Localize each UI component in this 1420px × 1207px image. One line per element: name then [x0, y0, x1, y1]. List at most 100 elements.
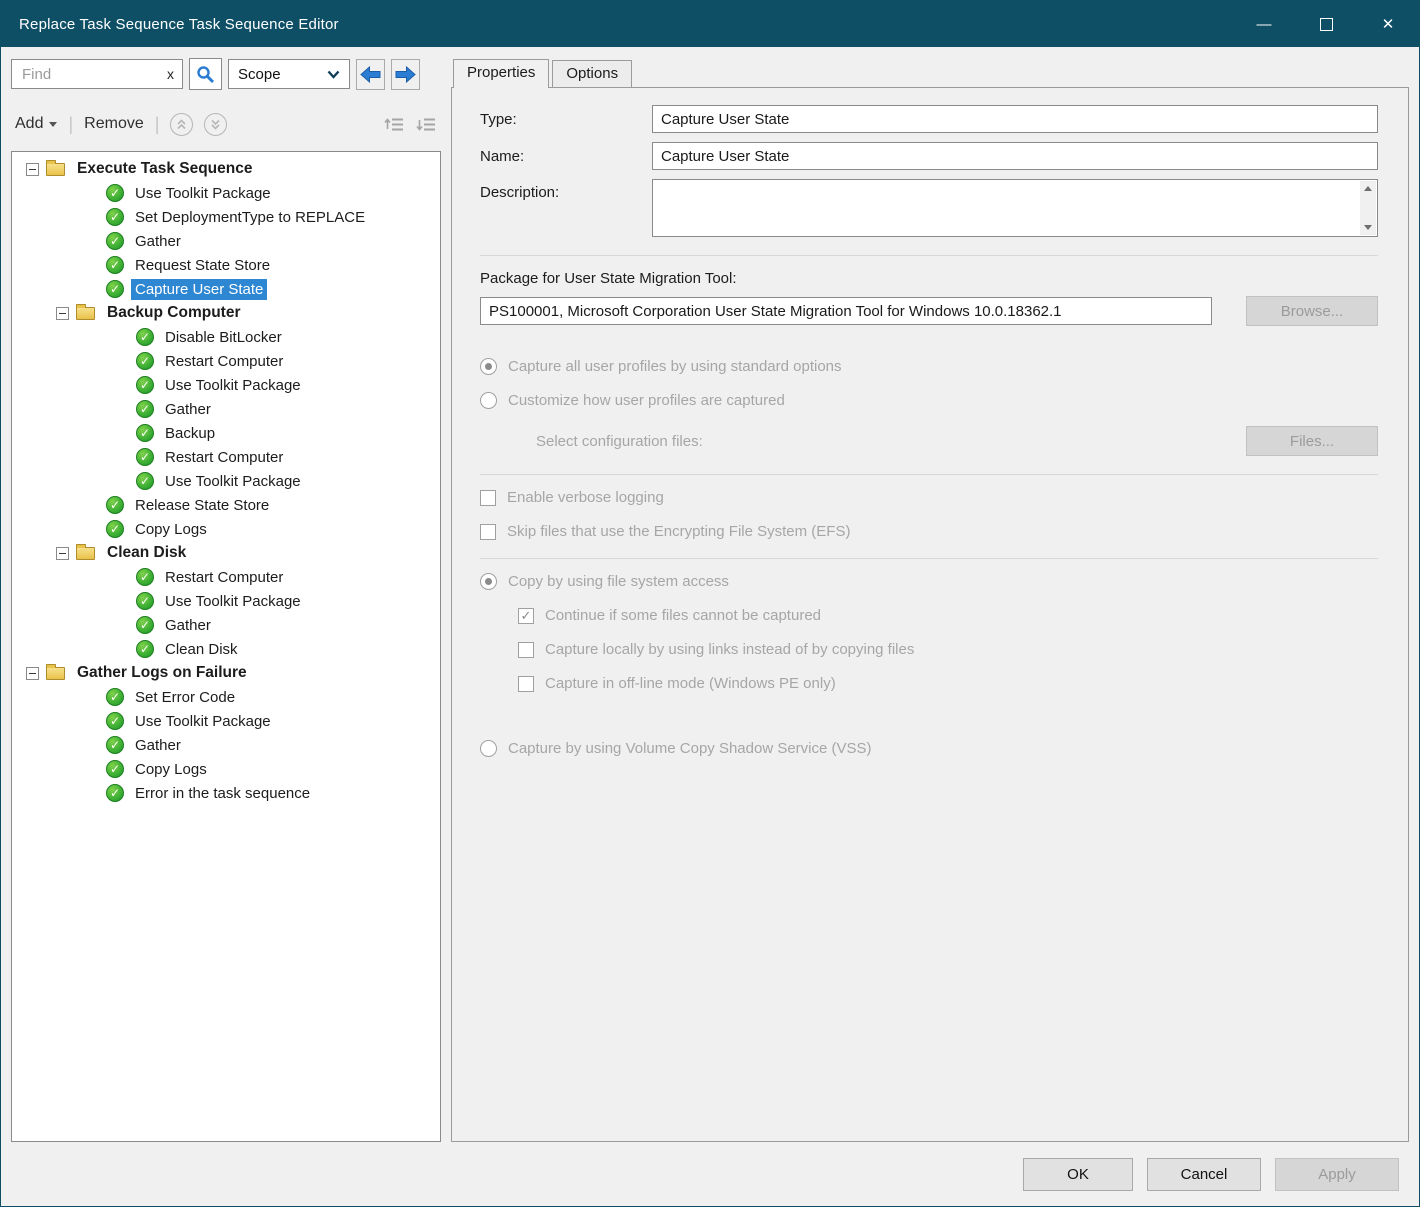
- tree-step-set-deploymenttype-to-replace[interactable]: ✓Set DeploymentType to REPLACE: [12, 205, 440, 229]
- step-check-icon: ✓: [136, 616, 154, 634]
- links-checkbox[interactable]: [518, 642, 534, 658]
- close-button[interactable]: ✕: [1357, 1, 1419, 47]
- toolbar-separator: |: [155, 114, 160, 135]
- find-row: x Scope: [11, 57, 441, 91]
- separator: [480, 474, 1378, 475]
- tree-step-gather[interactable]: ✓Gather: [12, 229, 440, 253]
- arrow-left-icon: [360, 66, 381, 83]
- description-label: Description:: [480, 184, 652, 201]
- tree-step-gather[interactable]: ✓Gather: [12, 733, 440, 757]
- add-button[interactable]: Add: [15, 115, 57, 133]
- scope-value: Scope: [238, 66, 281, 83]
- step-check-icon: ✓: [136, 376, 154, 394]
- browse-button[interactable]: Browse...: [1246, 296, 1378, 326]
- step-check-icon: ✓: [106, 520, 124, 538]
- tree-step-release-state-store[interactable]: ✓ Release State Store: [12, 493, 440, 517]
- move-up-button[interactable]: [170, 113, 193, 136]
- tree-group-backup-computer[interactable]: Backup Computer: [12, 301, 440, 325]
- tree-step-label: Disable BitLocker: [161, 327, 286, 348]
- tab-options[interactable]: Options: [552, 60, 632, 87]
- arrow-right-icon: [395, 66, 416, 83]
- find-input[interactable]: [20, 65, 161, 84]
- tree-step-clean-disk[interactable]: ✓Clean Disk: [12, 637, 440, 661]
- find-next-button[interactable]: [391, 59, 420, 90]
- continue-label: Continue if some files cannot be capture…: [545, 607, 821, 624]
- tree-step-label: Set Error Code: [131, 687, 239, 708]
- tree-toolbar: Add | Remove |: [11, 107, 441, 141]
- verbose-checkbox[interactable]: [480, 490, 496, 506]
- collapse-toggle-icon[interactable]: [56, 307, 69, 320]
- tree-step-label: Gather: [161, 615, 215, 636]
- tree-step-set-error-code[interactable]: ✓Set Error Code: [12, 685, 440, 709]
- tree-group-gather-logs-on-failure[interactable]: Gather Logs on Failure: [12, 661, 440, 685]
- step-check-icon: ✓: [136, 592, 154, 610]
- tree-step-restart-computer[interactable]: ✓Restart Computer: [12, 349, 440, 373]
- verbose-row: Enable verbose logging: [480, 489, 1378, 506]
- collapse-toggle-icon[interactable]: [56, 547, 69, 560]
- filesystem-radio[interactable]: [480, 573, 497, 590]
- tree-step-label: Release State Store: [131, 495, 273, 516]
- search-button[interactable]: [189, 58, 222, 90]
- files-button[interactable]: Files...: [1246, 426, 1378, 456]
- offline-checkbox[interactable]: [518, 676, 534, 692]
- maximize-icon: [1320, 18, 1333, 31]
- tree-group-clean-disk[interactable]: Clean Disk: [12, 541, 440, 565]
- description-scrollbar[interactable]: [1360, 181, 1376, 235]
- expand-all-button[interactable]: [416, 116, 437, 133]
- collapse-toggle-icon[interactable]: [26, 667, 39, 680]
- minimize-button[interactable]: —: [1233, 1, 1295, 47]
- scroll-up-icon[interactable]: [1364, 186, 1372, 191]
- cancel-button[interactable]: Cancel: [1147, 1158, 1261, 1191]
- tree-step-restart-computer[interactable]: ✓Restart Computer: [12, 565, 440, 589]
- scope-dropdown[interactable]: Scope: [228, 59, 350, 89]
- maximize-button[interactable]: [1295, 1, 1357, 47]
- clear-find-button[interactable]: x: [167, 66, 174, 82]
- remove-button[interactable]: Remove: [84, 115, 144, 133]
- find-previous-button[interactable]: [356, 59, 385, 90]
- chevron-down-icon: [327, 70, 340, 79]
- tree-step-label: Error in the task sequence: [131, 783, 314, 804]
- package-input[interactable]: [480, 297, 1212, 325]
- tree-group-execute-task-sequence[interactable]: Execute Task Sequence: [12, 157, 440, 181]
- apply-button[interactable]: Apply: [1275, 1158, 1399, 1191]
- type-input[interactable]: [652, 105, 1378, 133]
- tree-step-use-toolkit-package[interactable]: ✓Use Toolkit Package: [12, 709, 440, 733]
- tree-step-disable-bitlocker[interactable]: ✓Disable BitLocker: [12, 325, 440, 349]
- efs-row: Skip files that use the Encrypting File …: [480, 523, 1378, 540]
- filesystem-label: Copy by using file system access: [508, 573, 729, 590]
- main-area: x Scope: [1, 47, 1419, 1142]
- step-check-icon: ✓: [106, 496, 124, 514]
- collapse-all-button[interactable]: [384, 116, 405, 133]
- scroll-down-icon[interactable]: [1364, 225, 1372, 230]
- tree-step-restart-computer[interactable]: ✓Restart Computer: [12, 445, 440, 469]
- collapse-toggle-icon[interactable]: [26, 163, 39, 176]
- standard-options-radio[interactable]: [480, 358, 497, 375]
- tab-properties[interactable]: Properties: [453, 59, 549, 88]
- tree-step-request-state-store[interactable]: ✓Request State Store: [12, 253, 440, 277]
- tree-step-use-toolkit-package[interactable]: ✓Use Toolkit Package: [12, 589, 440, 613]
- tree-step-copy-logs[interactable]: ✓Copy Logs: [12, 757, 440, 781]
- tree-step-use-toolkit-package[interactable]: ✓Use Toolkit Package: [12, 373, 440, 397]
- tree-step-use-toolkit-package[interactable]: ✓Use Toolkit Package: [12, 181, 440, 205]
- tree-step-backup[interactable]: ✓Backup: [12, 421, 440, 445]
- toolbar-separator: |: [68, 114, 73, 135]
- continue-checkbox[interactable]: [518, 608, 534, 624]
- efs-checkbox[interactable]: [480, 524, 496, 540]
- group-folder-icon: [76, 547, 95, 560]
- tree-step-capture-user-state[interactable]: ✓Capture User State: [12, 277, 440, 301]
- customize-radio[interactable]: [480, 392, 497, 409]
- move-down-button[interactable]: [204, 113, 227, 136]
- step-check-icon: ✓: [136, 352, 154, 370]
- tree-step-gather[interactable]: ✓ Gather: [12, 613, 440, 637]
- step-check-icon: ✓: [106, 184, 124, 202]
- tree-step-error-in-the-task-sequence[interactable]: ✓Error in the task sequence: [12, 781, 440, 805]
- ok-button[interactable]: OK: [1023, 1158, 1133, 1191]
- description-input[interactable]: [652, 179, 1378, 237]
- tree-step-copy-logs[interactable]: ✓ Copy Logs: [12, 517, 440, 541]
- tree-step-use-toolkit-package[interactable]: ✓Use Toolkit Package: [12, 469, 440, 493]
- name-input[interactable]: [652, 142, 1378, 170]
- tree-step-label: Request State Store: [131, 255, 274, 276]
- vss-radio[interactable]: [480, 740, 497, 757]
- tree-step-gather[interactable]: ✓Gather: [12, 397, 440, 421]
- tree-step-label: Copy Logs: [131, 519, 211, 540]
